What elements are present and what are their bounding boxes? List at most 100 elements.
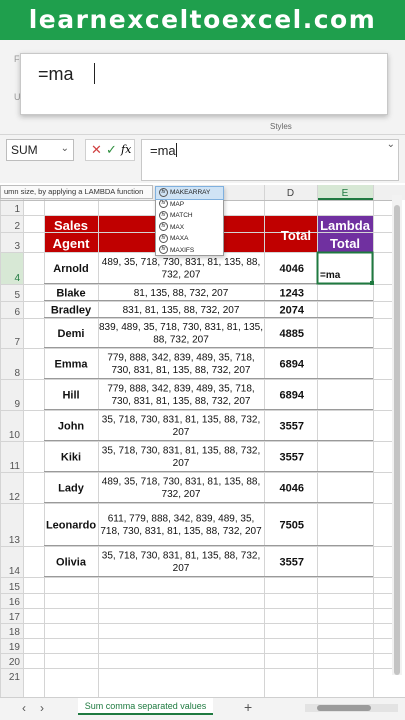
grid-canvas[interactable]: D ESalesAgentTotalLambdaTotal123456789101… bbox=[0, 185, 405, 697]
formula-text: =ma bbox=[150, 143, 176, 158]
chevron-left-icon[interactable]: ‹ bbox=[22, 701, 26, 715]
total-cell[interactable]: 3557 bbox=[280, 452, 304, 464]
ribbon-styles-label: Styles bbox=[270, 122, 292, 131]
function-icon: fx bbox=[159, 210, 168, 220]
row-header[interactable]: 6 bbox=[14, 307, 20, 318]
autocomplete-label: MAKEARRAY bbox=[170, 189, 211, 196]
total-cell[interactable]: 7505 bbox=[280, 520, 304, 532]
chevron-down-icon[interactable]: ⌄ bbox=[61, 143, 69, 154]
values-cell[interactable]: 732, 207 bbox=[162, 489, 201, 500]
values-cell[interactable]: 207 bbox=[173, 563, 190, 574]
scrollbar-thumb[interactable] bbox=[317, 705, 371, 711]
row-header[interactable]: 4 bbox=[14, 273, 20, 284]
function-icon: fx bbox=[159, 199, 168, 209]
row-header[interactable]: 1 bbox=[14, 204, 20, 215]
values-cell[interactable]: 88, 732, 207 bbox=[153, 335, 209, 346]
autocomplete-item[interactable]: fx MAX bbox=[156, 222, 223, 234]
site-banner: learnexceltoexcel.com bbox=[0, 0, 405, 40]
agent-name-cell[interactable]: Lady bbox=[58, 483, 85, 495]
row-header[interactable]: 8 bbox=[14, 368, 20, 379]
spreadsheet-grid[interactable]: D E Sales Agent Total Lambda Total 1 2 3 4 5 6 7 8 9 10 1… bbox=[0, 185, 405, 697]
autocomplete-item[interactable]: fx MAXA bbox=[156, 233, 223, 245]
total-cell[interactable]: 3557 bbox=[280, 557, 304, 569]
values-cell[interactable]: 831, 81, 135, 88, 732, 207 bbox=[123, 305, 240, 316]
values-cell[interactable]: 718, 730, 831, 81, 135, 88, 732, 207 bbox=[100, 526, 262, 537]
values-cell[interactable]: 35, 718, 730, 831, 81, 135, 88, 732, bbox=[102, 415, 260, 426]
row-header[interactable]: 10 bbox=[9, 430, 21, 441]
agent-name-cell[interactable]: Emma bbox=[54, 359, 88, 371]
row-header[interactable]: 14 bbox=[9, 566, 21, 577]
total-cell[interactable]: 4885 bbox=[280, 328, 304, 340]
values-cell[interactable]: 207 bbox=[173, 458, 190, 469]
active-cell-value[interactable]: =ma bbox=[320, 270, 341, 281]
formula-input[interactable]: =ma bbox=[141, 139, 399, 181]
row-header[interactable]: 13 bbox=[9, 535, 21, 546]
row-header[interactable]: 19 bbox=[9, 642, 21, 653]
values-cell[interactable]: 779, 888, 342, 839, 489, 35, 718, bbox=[107, 384, 254, 395]
total-cell[interactable]: 4046 bbox=[280, 483, 304, 495]
values-cell[interactable]: 81, 135, 88, 732, 207 bbox=[134, 288, 229, 299]
horizontal-scrollbar[interactable] bbox=[305, 704, 398, 712]
agent-name-cell[interactable]: Demi bbox=[58, 328, 85, 340]
values-cell[interactable]: 611, 779, 888, 342, 839, 489, 35, bbox=[108, 514, 255, 525]
agent-name-cell[interactable]: Leonardo bbox=[46, 520, 96, 532]
vertical-scrollbar[interactable] bbox=[392, 195, 402, 675]
agent-name-cell[interactable]: Hill bbox=[62, 390, 79, 402]
cancel-icon[interactable]: ✕ bbox=[91, 142, 102, 158]
autocomplete-list[interactable]: fx MAKEARRAY fx MAP fx MATCH fx MAX fx MAXA f… bbox=[155, 186, 224, 256]
row-header[interactable]: 18 bbox=[9, 627, 21, 638]
row-header[interactable]: 11 bbox=[10, 461, 21, 472]
sheet-tab[interactable]: Sum comma separated values bbox=[78, 698, 213, 715]
agent-name-cell[interactable]: Olivia bbox=[56, 557, 87, 569]
row-header[interactable]: 12 bbox=[9, 492, 21, 503]
row-header[interactable]: 15 bbox=[9, 582, 21, 593]
scrollbar-thumb[interactable] bbox=[394, 205, 400, 675]
name-box[interactable]: SUM ⌄ bbox=[6, 139, 74, 161]
agent-name-cell[interactable]: Kiki bbox=[61, 452, 81, 464]
values-cell[interactable]: 35, 718, 730, 831, 81, 135, 88, 732, bbox=[102, 551, 260, 562]
agent-name-cell[interactable]: Blake bbox=[56, 288, 85, 300]
expand-formula-bar-icon[interactable]: ⌄ bbox=[387, 139, 395, 150]
agent-name-cell[interactable]: John bbox=[58, 421, 85, 433]
values-cell[interactable]: 489, 35, 718, 730, 831, 81, 135, 88, bbox=[102, 257, 260, 268]
agent-name-cell[interactable]: Arnold bbox=[53, 263, 88, 275]
values-cell[interactable]: 35, 718, 730, 831, 81, 135, 88, 732, bbox=[102, 446, 260, 457]
row-header[interactable]: 16 bbox=[9, 597, 21, 608]
values-cell[interactable]: 732, 207 bbox=[162, 270, 201, 281]
ribbon-ghost-label: F bbox=[14, 54, 20, 64]
total-cell[interactable]: 3557 bbox=[280, 421, 304, 433]
row-header[interactable]: 17 bbox=[9, 612, 21, 623]
total-cell[interactable]: 6894 bbox=[280, 359, 305, 371]
header-lambda: Total bbox=[330, 236, 360, 251]
total-cell[interactable]: 6894 bbox=[280, 390, 305, 402]
values-cell[interactable]: 489, 35, 718, 730, 831, 81, 135, 88, bbox=[102, 477, 260, 488]
insert-function-icon[interactable]: fx bbox=[121, 143, 131, 156]
values-cell[interactable]: 779, 888, 342, 839, 489, 35, 718, bbox=[107, 353, 254, 364]
values-cell[interactable]: 207 bbox=[173, 427, 190, 438]
row-header[interactable]: 21 bbox=[9, 672, 21, 683]
agent-name-cell[interactable]: Bradley bbox=[51, 305, 92, 317]
autocomplete-item[interactable]: fx MATCH bbox=[156, 210, 223, 222]
chevron-right-icon[interactable]: › bbox=[40, 701, 44, 715]
row-header[interactable]: 9 bbox=[14, 399, 20, 410]
row-header[interactable]: 2 bbox=[14, 221, 20, 232]
confirm-icon[interactable]: ✓ bbox=[106, 142, 117, 158]
autocomplete-item[interactable]: fx MAXIFS bbox=[156, 245, 223, 257]
autocomplete-item[interactable]: fx MAKEARRAY bbox=[155, 186, 224, 200]
header-agent: Sales bbox=[54, 218, 88, 233]
row-header[interactable]: 3 bbox=[14, 241, 20, 252]
values-cell[interactable]: 730, 831, 81, 135, 88, 732, 207 bbox=[111, 365, 250, 376]
fill-handle[interactable] bbox=[370, 281, 374, 285]
values-cell[interactable]: 839, 489, 35, 718, 730, 831, 81, 135, bbox=[99, 322, 263, 333]
total-cell[interactable]: 2074 bbox=[280, 305, 305, 317]
column-header-d[interactable]: D bbox=[287, 188, 294, 199]
column-header-e[interactable]: E bbox=[342, 188, 349, 199]
values-cell[interactable]: 730, 831, 81, 135, 88, 732, 207 bbox=[111, 396, 250, 407]
autocomplete-item[interactable]: fx MAP bbox=[156, 199, 223, 211]
add-sheet-icon[interactable]: + bbox=[244, 699, 252, 715]
row-header[interactable]: 7 bbox=[14, 337, 20, 348]
total-cell[interactable]: 4046 bbox=[280, 263, 304, 275]
total-cell[interactable]: 1243 bbox=[280, 288, 304, 300]
row-header[interactable]: 20 bbox=[9, 657, 21, 668]
row-header[interactable]: 5 bbox=[14, 290, 20, 301]
